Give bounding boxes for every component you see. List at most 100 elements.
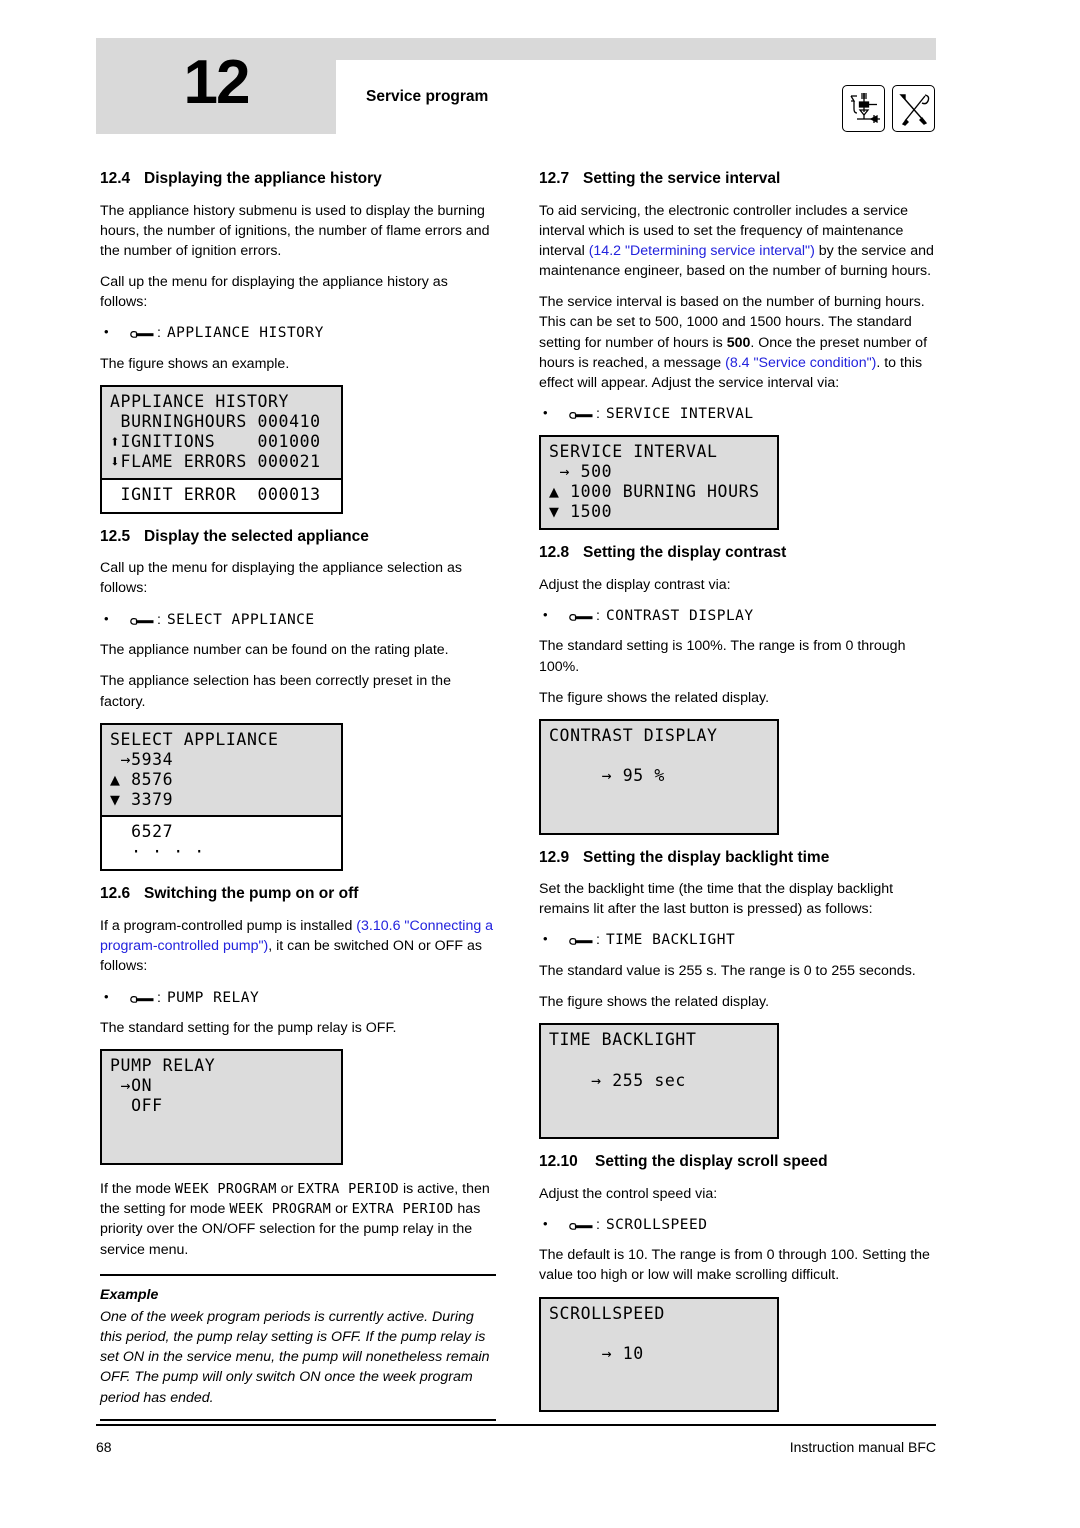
section-title: Setting the service interval (583, 170, 781, 187)
gas-valve-train-icon (842, 85, 885, 132)
example-divider-bottom (100, 1418, 496, 1421)
lcd-line: ▲ 1000 BURNING HOURS (549, 481, 760, 501)
paragraph: The standard setting is 100%. The range … (539, 638, 906, 675)
pump-relay-display: PUMP RELAY →ON OFF (100, 1049, 343, 1165)
lcd-line: CONTRAST DISPLAY (549, 725, 718, 745)
contrast-display-display: CONTRAST DISPLAY → 95 % (539, 718, 779, 835)
paragraph: Adjust the display contrast via: (539, 576, 731, 593)
lcd-line: · · · · (110, 842, 205, 862)
separator: : (157, 325, 161, 342)
paragraph: The appliance selection has been correct… (100, 673, 451, 710)
lcd-line: → 255 sec (549, 1070, 686, 1090)
page-header: 12 Service program (96, 38, 936, 138)
lcd-line: → 95 % (549, 766, 665, 786)
wrench-icon (129, 992, 155, 1012)
bullet-dot: • (543, 931, 548, 947)
paragraph: The appliance history submenu is used to… (100, 202, 490, 259)
paragraph-with-link: The service interval is based on the num… (539, 292, 935, 393)
lcd-line: SERVICE INTERVAL (549, 441, 718, 461)
menu-path-bullet: • : PUMP RELAY (100, 988, 496, 1009)
menu-path-bullet: • : SCROLLSPEED (539, 1215, 935, 1236)
menu-path: SCROLLSPEED (605, 1216, 708, 1233)
separator: : (596, 1216, 600, 1233)
paragraph: The standard value is 255 s. The range i… (539, 962, 916, 979)
page-footer: 68 Instruction manual BFC (96, 1424, 936, 1455)
section-number: 12.4 (100, 170, 131, 187)
lcd-line: →ON (110, 1076, 153, 1096)
example-divider-top (100, 1273, 496, 1276)
mode-name: WEEK PROGRAM (229, 1201, 332, 1218)
section-number: 12.8 (539, 544, 570, 562)
wrench-icon (568, 610, 594, 630)
text-part: or (276, 1180, 298, 1197)
lcd-line: ⬇FLAME ERRORS 000021 (110, 452, 321, 472)
lcd-line: SELECT APPLIANCE (110, 729, 279, 749)
menu-path: CONTRAST DISPLAY (605, 607, 754, 624)
bullet-dot: • (543, 405, 548, 420)
mode-name: EXTRA PERIOD (297, 1180, 400, 1197)
service-interval-display: SERVICE INTERVAL → 500 ▲ 1000 BURNING HO… (539, 434, 779, 531)
menu-path-bullet: • : CONTRAST DISPLAY (539, 606, 935, 627)
section-heading-12-8: 12.8 Setting the display contrast (539, 544, 935, 563)
section-title: Displaying the appliance history (144, 170, 382, 187)
header-icon-group (842, 85, 935, 132)
cross-reference-link[interactable]: (14.2 "Determining service interval") (589, 243, 815, 259)
select-appliance-display: SELECT APPLIANCE →5934 ▲ 8576 ▼ 3379 652… (100, 722, 343, 872)
text-part: or (331, 1201, 352, 1218)
scrollspeed-display: SCROLLSPEED → 10 (539, 1296, 779, 1413)
lcd-line: ⬆IGNITIONS 001000 (110, 432, 321, 452)
bullet-dot: • (543, 1215, 548, 1231)
section-title: Switching the pump on or off (144, 885, 359, 903)
separator: : (157, 611, 161, 628)
lcd-line: →5934 (110, 749, 174, 769)
section-number: 12.10 (539, 1152, 578, 1170)
paragraph: The appliance number can be found on the… (100, 642, 449, 659)
bullet-dot: • (104, 610, 109, 626)
section-number: 12.6 (100, 885, 131, 903)
lcd-line: APPLIANCE HISTORY (110, 392, 290, 412)
wrench-icon (568, 408, 594, 428)
bold-value: 500 (726, 334, 751, 351)
bullet-dot: • (104, 988, 109, 1004)
paragraph: The standard setting for the pump relay … (100, 1020, 397, 1037)
lcd-line: PUMP RELAY (110, 1056, 216, 1076)
crossed-tools-icon (892, 85, 935, 132)
lcd-line: TIME BACKLIGHT (549, 1030, 697, 1050)
section-number: 12.9 (539, 848, 570, 866)
lcd-line: → 500 (549, 461, 613, 481)
mode-priority-paragraph: If the mode WEEK PROGRAM or EXTRA PERIOD… (100, 1179, 496, 1260)
lcd-line: ▼ 1500 (549, 501, 613, 521)
paragraph: Set the backlight time (the time that th… (539, 881, 894, 918)
section-heading-12-6: 12.6 Switching the pump on or off (100, 885, 496, 904)
section-heading-12-9: 12.9 Setting the display backlight time (539, 849, 935, 868)
paragraph: The figure shows the related display. (539, 689, 770, 706)
wrench-icon (568, 934, 594, 954)
section-heading-12-7: 12.7 Setting the service interval (539, 170, 935, 189)
lcd-line: IGNIT ERROR 000013 (110, 484, 321, 504)
chapter-number: 12 (183, 48, 251, 117)
paragraph: Adjust the control speed via: (539, 1185, 718, 1202)
menu-path: PUMP RELAY (166, 989, 260, 1006)
menu-path: TIME BACKLIGHT (605, 932, 736, 949)
section-heading-12-5: 12.5 Display the selected appliance (100, 528, 496, 547)
section-title: Display the selected appliance (144, 527, 369, 545)
paragraph: The figure shows an example. (100, 355, 290, 372)
menu-path-bullet: • : SELECT APPLIANCE (100, 610, 496, 631)
separator: : (596, 607, 600, 624)
lcd-line: 6527 (110, 822, 174, 842)
section-title: Setting the display scroll speed (595, 1152, 828, 1170)
lcd-line: → 10 (549, 1343, 644, 1363)
menu-path: SERVICE INTERVAL (605, 406, 754, 422)
paragraph-with-link: To aid servicing, the electronic control… (539, 201, 935, 282)
paragraph: The default is 10. The range is from 0 t… (539, 1247, 930, 1284)
section-title: Setting the display backlight time (583, 848, 830, 866)
chapter-number-box: 12 (96, 38, 336, 134)
menu-path-bullet: • : TIME BACKLIGHT (539, 930, 935, 951)
lcd-line: OFF (110, 1096, 163, 1116)
separator: : (596, 406, 600, 422)
wrench-icon (129, 327, 155, 347)
text-part: If the mode (100, 1180, 175, 1197)
cross-reference-link[interactable]: (8.4 "Service condition") (725, 355, 876, 371)
separator: : (596, 932, 600, 949)
lcd-line: ▲ 8576 (110, 769, 174, 789)
